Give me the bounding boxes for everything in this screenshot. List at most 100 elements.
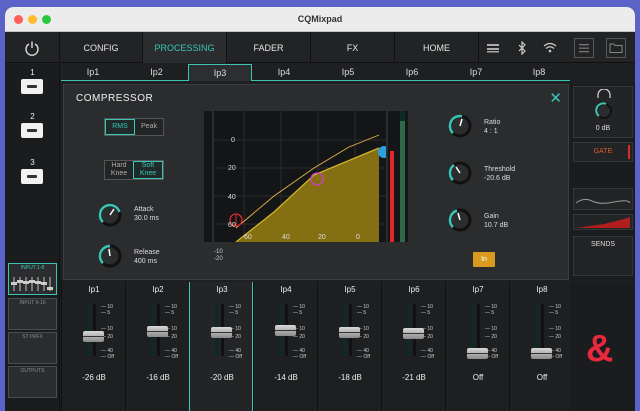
svg-text:60: 60 bbox=[228, 222, 236, 229]
channel-tab-ip8[interactable]: Ip8 bbox=[508, 64, 570, 81]
release-value: 400 ms bbox=[134, 258, 157, 265]
fader-scale-tick: — Off bbox=[421, 354, 434, 360]
fader-cap[interactable] bbox=[147, 325, 168, 337]
release-knob[interactable] bbox=[96, 242, 124, 270]
channel-tab-ip4[interactable]: Ip4 bbox=[252, 64, 316, 81]
fader-cap[interactable] bbox=[275, 324, 296, 336]
fader-value: -14 dB bbox=[274, 373, 298, 382]
channel-strip-8: Ip8— 10— 5— 10— 20— 40— Off Off bbox=[509, 282, 573, 411]
gate-box[interactable]: GATE bbox=[573, 142, 633, 162]
fader-scale-tick: — 10 bbox=[549, 326, 561, 332]
fader-scale-tick: — 5 bbox=[229, 310, 239, 316]
hard-knee-button[interactable]: Hard Knee bbox=[105, 161, 133, 179]
transfer-curve-graph[interactable]: 0 20 40 60 60 40 20 0 bbox=[214, 111, 386, 242]
channel-tab-ip7[interactable]: Ip7 bbox=[444, 64, 508, 81]
channel-tab-ip6[interactable]: Ip6 bbox=[380, 64, 444, 81]
tab-fader[interactable]: FADER bbox=[227, 32, 311, 63]
top-nav: CONFIG PROCESSING FADER FX HOME bbox=[5, 32, 635, 63]
strip-name: Ip7 bbox=[472, 285, 484, 294]
strip-name: Ip6 bbox=[408, 285, 420, 294]
channel-strip-6: Ip6— 10— 5— 10— 20— 40— Off -21 dB bbox=[381, 282, 445, 411]
strip-name: Ip4 bbox=[280, 285, 292, 294]
peak-button[interactable]: Peak bbox=[135, 119, 163, 135]
fader-scale-tick: — 5 bbox=[549, 310, 559, 316]
strip-name: Ip3 bbox=[216, 285, 228, 294]
ratio-label: Ratio 4 : 1 bbox=[484, 119, 501, 135]
channel-strip-2: Ip2— 10— 5— 10— 20— 40— Off -16 dB bbox=[125, 282, 189, 411]
ratio-knob[interactable] bbox=[446, 112, 474, 140]
fader-cap[interactable] bbox=[467, 348, 488, 359]
layer-st-in-fx[interactable]: ST IN/FX bbox=[8, 332, 57, 364]
fader-scale-tick: — 5 bbox=[421, 310, 431, 316]
detection-mode-toggle: RMS Peak bbox=[104, 118, 164, 136]
strip-name: Ip5 bbox=[344, 285, 356, 294]
channel-strip-1: Ip1— 10— 5— 10— 20— 40— Off -26 dB bbox=[61, 282, 125, 411]
headphones-icon bbox=[597, 89, 611, 98]
wifi-icon[interactable] bbox=[539, 32, 561, 63]
fader-scale-tick: — Off bbox=[229, 354, 242, 360]
layer-input-9-16[interactable]: INPUT 9-16 bbox=[8, 298, 57, 330]
tab-fx[interactable]: FX bbox=[311, 32, 395, 63]
svg-text:0: 0 bbox=[231, 137, 235, 144]
preamp-gain-knob[interactable] bbox=[594, 101, 614, 121]
svg-text:40: 40 bbox=[228, 194, 236, 201]
channel-tabs: Ip1 Ip2 Ip3 Ip4 Ip5 Ip6 Ip7 Ip8 bbox=[61, 64, 635, 81]
channel-strip-3: Ip3— 10— 5— 10— 20— 40— Off -20 dB bbox=[189, 282, 253, 411]
fader-cap[interactable] bbox=[339, 326, 360, 338]
fader-cap[interactable] bbox=[403, 327, 424, 339]
mixer-settings-icon[interactable] bbox=[481, 32, 505, 63]
ratio-value: 4 : 1 bbox=[484, 128, 498, 135]
eq-thumbnail[interactable] bbox=[573, 188, 633, 210]
bank-button-2[interactable] bbox=[21, 123, 43, 138]
channel-tab-ip1[interactable]: Ip1 bbox=[61, 64, 125, 81]
power-button[interactable] bbox=[5, 32, 60, 63]
threshold-label: Threshold -20.6 dB bbox=[484, 166, 516, 182]
power-icon bbox=[25, 41, 39, 56]
channel-tab-ip2[interactable]: Ip2 bbox=[125, 64, 188, 81]
attack-label: Attack 30.0 ms bbox=[134, 206, 159, 222]
compressor-thumbnail[interactable] bbox=[573, 214, 633, 230]
strip-name: Ip8 bbox=[536, 285, 548, 294]
channel-tab-ip5[interactable]: Ip5 bbox=[316, 64, 380, 81]
sends-box[interactable]: SENDS bbox=[573, 236, 633, 276]
tab-config[interactable]: CONFIG bbox=[60, 32, 143, 63]
title-bar: CQMixpad bbox=[5, 7, 635, 32]
fader-cap[interactable] bbox=[83, 330, 104, 342]
fader-cap[interactable] bbox=[531, 348, 552, 359]
bank-button-3[interactable] bbox=[21, 169, 43, 184]
attack-knob[interactable] bbox=[96, 201, 124, 229]
sends-label: SENDS bbox=[590, 241, 616, 248]
layer-outputs[interactable]: OUTPUTS bbox=[8, 366, 57, 398]
window-title: CQMixpad bbox=[297, 14, 343, 24]
fader-value: -16 dB bbox=[146, 373, 170, 382]
fader-scale-tick: — Off bbox=[165, 354, 178, 360]
gain-knob[interactable] bbox=[446, 206, 474, 234]
bluetooth-icon[interactable] bbox=[511, 32, 533, 63]
fader-value: -21 dB bbox=[402, 373, 426, 382]
rms-button[interactable]: RMS bbox=[105, 119, 135, 135]
fader-scale-tick: — Off bbox=[357, 354, 370, 360]
threshold-knob[interactable] bbox=[446, 159, 474, 187]
soft-knee-button[interactable]: Soft Knee bbox=[133, 161, 163, 179]
preamp-box[interactable]: 0 dB bbox=[573, 86, 633, 138]
compressor-in-button[interactable]: In bbox=[473, 252, 495, 267]
svg-text:60: 60 bbox=[244, 234, 252, 241]
tab-processing[interactable]: PROCESSING bbox=[143, 32, 227, 63]
gain-reduction-meter bbox=[388, 111, 408, 242]
layer-input-1-8[interactable]: INPUT 1-8 bbox=[8, 263, 57, 295]
menu-icon[interactable] bbox=[571, 32, 597, 63]
bank-label-1: 1 bbox=[30, 68, 35, 77]
channel-tab-ip3[interactable]: Ip3 bbox=[188, 64, 252, 81]
strip-name: Ip2 bbox=[152, 285, 164, 294]
fader-cap[interactable] bbox=[211, 327, 232, 338]
fader-scale-tick: — 5 bbox=[165, 310, 175, 316]
close-panel-icon[interactable]: ✕ bbox=[549, 89, 562, 107]
release-label: Release 400 ms bbox=[134, 249, 160, 265]
bank-button-1[interactable] bbox=[21, 79, 43, 94]
tab-home[interactable]: HOME bbox=[395, 32, 479, 63]
svg-text:20: 20 bbox=[318, 234, 326, 241]
folder-icon[interactable] bbox=[603, 32, 629, 63]
fader-scale-tick: — 5 bbox=[485, 310, 495, 316]
fader-value: Off bbox=[472, 373, 484, 382]
channel-strip-7: Ip7— 10— 5— 10— 20— 40— Off Off bbox=[445, 282, 509, 411]
